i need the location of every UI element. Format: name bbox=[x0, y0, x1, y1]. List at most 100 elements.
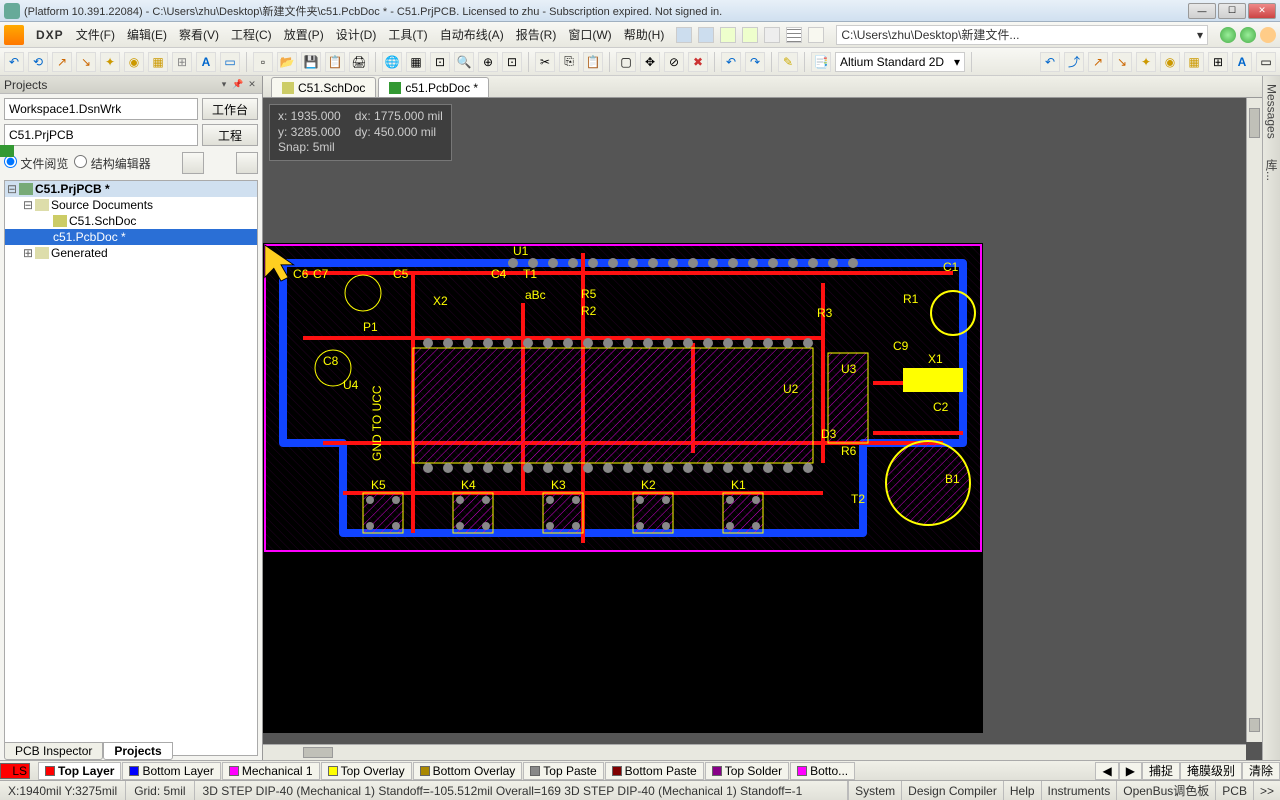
tool-icon[interactable] bbox=[676, 27, 692, 43]
status-btn-pcb[interactable]: PCB bbox=[1215, 781, 1253, 800]
status-btn-system[interactable]: System bbox=[848, 781, 901, 800]
globe-icon[interactable]: 🌐 bbox=[382, 52, 402, 72]
highlight-icon[interactable]: ✎ bbox=[778, 52, 798, 72]
save-icon[interactable]: 💾 bbox=[301, 52, 321, 72]
tree-schdoc[interactable]: C51.SchDoc bbox=[5, 213, 257, 229]
layer-btn-snap[interactable]: 捕捉 bbox=[1142, 762, 1180, 780]
scroll-thumb[interactable] bbox=[1249, 108, 1260, 138]
layer-tab-top-paste[interactable]: Top Paste bbox=[523, 762, 603, 780]
panel-pin-icon[interactable]: 📌 bbox=[232, 79, 244, 91]
vertical-scrollbar[interactable] bbox=[1246, 98, 1262, 742]
tree-root[interactable]: ⊟C51.PrjPCB * bbox=[5, 181, 257, 197]
tool-button[interactable]: ↶ bbox=[4, 52, 24, 72]
tool-button[interactable]: ▦ bbox=[406, 52, 426, 72]
tab-pcb-inspector[interactable]: PCB Inspector bbox=[4, 742, 103, 760]
menu-design[interactable]: 设计(D) bbox=[336, 26, 377, 43]
layer-tab-bottom[interactable]: Bottom Layer bbox=[122, 762, 220, 780]
tool-button[interactable]: ▦ bbox=[148, 52, 168, 72]
status-btn-design-compiler[interactable]: Design Compiler bbox=[901, 781, 1003, 800]
project-input[interactable] bbox=[4, 124, 198, 146]
tool-button[interactable]: ↘ bbox=[76, 52, 96, 72]
tool-button[interactable]: ✦ bbox=[100, 52, 120, 72]
tool-button[interactable]: ⟲ bbox=[28, 52, 48, 72]
layer-tab-top[interactable]: Top Layer bbox=[38, 762, 121, 780]
tool-button[interactable]: ▭ bbox=[1256, 52, 1276, 72]
menu-place[interactable]: 放置(P) bbox=[284, 26, 324, 43]
browse-icon[interactable]: 📑 bbox=[811, 52, 831, 72]
deselect-icon[interactable]: ⊘ bbox=[664, 52, 684, 72]
clear-icon[interactable]: ✖ bbox=[688, 52, 708, 72]
menu-help[interactable]: 帮助(H) bbox=[624, 26, 665, 43]
undo-icon[interactable]: ↶ bbox=[721, 52, 741, 72]
tree-pcbdoc[interactable]: c51.PcbDoc * bbox=[5, 229, 257, 245]
tool-icon[interactable] bbox=[742, 27, 758, 43]
nav-back-icon[interactable] bbox=[1220, 27, 1236, 43]
text-tool-icon[interactable]: A bbox=[1232, 52, 1252, 72]
layer-tab-mech1[interactable]: Mechanical 1 bbox=[222, 762, 320, 780]
tool-button[interactable]: ◉ bbox=[1160, 52, 1180, 72]
tree-source-docs[interactable]: ⊟Source Documents bbox=[5, 197, 257, 213]
open-icon[interactable]: 📂 bbox=[277, 52, 297, 72]
pcb-canvas[interactable]: x: 1935.000dx: 1775.000 mil y: 3285.000d… bbox=[263, 98, 1262, 760]
print-icon[interactable]: 🖨 bbox=[349, 52, 369, 72]
path-combo[interactable]: C:\Users\zhu\Desktop\新建文件...▾ bbox=[836, 25, 1208, 45]
menu-edit[interactable]: 编辑(E) bbox=[127, 26, 167, 43]
status-btn-more[interactable]: >> bbox=[1253, 781, 1280, 800]
layer-tab-top-solder[interactable]: Top Solder bbox=[705, 762, 789, 780]
tool-button[interactable]: ⊡ bbox=[430, 52, 450, 72]
view-mode-combo[interactable]: Altium Standard 2D▾ bbox=[835, 52, 965, 72]
panel-tool-button[interactable] bbox=[182, 152, 204, 174]
tool-button[interactable]: ↗ bbox=[1088, 52, 1108, 72]
menu-file[interactable]: 文件(F) bbox=[76, 26, 115, 43]
tool-button[interactable]: ↗ bbox=[52, 52, 72, 72]
tool-button[interactable]: ⊕ bbox=[478, 52, 498, 72]
layer-btn-clear[interactable]: 清除 bbox=[1242, 762, 1280, 780]
zoom-icon[interactable]: 🔍 bbox=[454, 52, 474, 72]
scroll-thumb[interactable] bbox=[303, 747, 333, 758]
menu-window[interactable]: 窗口(W) bbox=[568, 26, 611, 43]
tab-projects[interactable]: Projects bbox=[103, 742, 172, 760]
select-rect-icon[interactable]: ▢ bbox=[616, 52, 636, 72]
panel-dropdown-icon[interactable]: ▾ bbox=[218, 79, 230, 91]
paste-icon[interactable]: 📋 bbox=[583, 52, 603, 72]
layer-nav-prev[interactable]: ◀ bbox=[1095, 762, 1118, 780]
nav-fwd-icon[interactable] bbox=[1240, 27, 1256, 43]
tool-button[interactable]: ◉ bbox=[124, 52, 144, 72]
layer-set-box[interactable]: LS bbox=[0, 763, 30, 779]
minimize-button[interactable]: — bbox=[1188, 3, 1216, 19]
panel-tool-button[interactable] bbox=[236, 152, 258, 174]
workspace-button[interactable]: 工作台 bbox=[202, 98, 258, 120]
status-btn-instruments[interactable]: Instruments bbox=[1041, 781, 1117, 800]
project-button[interactable]: 工程 bbox=[202, 124, 258, 146]
tool-button[interactable]: 📋 bbox=[325, 52, 345, 72]
menu-autoroute[interactable]: 自动布线(A) bbox=[440, 26, 504, 43]
nav-home-icon[interactable] bbox=[1260, 27, 1276, 43]
new-doc-icon[interactable]: ▫ bbox=[253, 52, 273, 72]
side-tab-messages[interactable]: Messages bbox=[1265, 84, 1279, 139]
tree-generated[interactable]: ⊞Generated bbox=[5, 245, 257, 261]
cut-icon[interactable]: ✂ bbox=[535, 52, 555, 72]
grid-icon[interactable] bbox=[786, 27, 802, 43]
radio-structure-editor[interactable]: 结构编辑器 bbox=[74, 155, 150, 172]
dxp-label[interactable]: DXP bbox=[36, 28, 64, 42]
horizontal-scrollbar[interactable] bbox=[263, 744, 1246, 760]
tool-icon[interactable] bbox=[808, 27, 824, 43]
menu-report[interactable]: 报告(R) bbox=[516, 26, 557, 43]
status-btn-help[interactable]: Help bbox=[1003, 781, 1041, 800]
tool-button[interactable]: ✦ bbox=[1136, 52, 1156, 72]
move-icon[interactable]: ✥ bbox=[640, 52, 660, 72]
tool-button[interactable]: ↘ bbox=[1112, 52, 1132, 72]
maximize-button[interactable]: ☐ bbox=[1218, 3, 1246, 19]
layer-btn-mask[interactable]: 掩膜级别 bbox=[1180, 762, 1242, 780]
tool-button[interactable]: ⤴ bbox=[1064, 52, 1084, 72]
tool-button[interactable]: ↶ bbox=[1040, 52, 1060, 72]
layer-tab-bot-paste[interactable]: Bottom Paste bbox=[605, 762, 704, 780]
layer-tab-bot-solder[interactable]: Botto... bbox=[790, 762, 855, 780]
tool-icon[interactable] bbox=[698, 27, 714, 43]
scroll-thumb[interactable] bbox=[1249, 718, 1260, 732]
tab-pcbdoc[interactable]: c51.PcbDoc * bbox=[378, 77, 489, 97]
copy-icon[interactable]: ⎘ bbox=[559, 52, 579, 72]
side-tab-library[interactable]: 库... bbox=[1263, 159, 1280, 181]
tool-button[interactable]: ▭ bbox=[220, 52, 240, 72]
tool-icon[interactable] bbox=[764, 27, 780, 43]
